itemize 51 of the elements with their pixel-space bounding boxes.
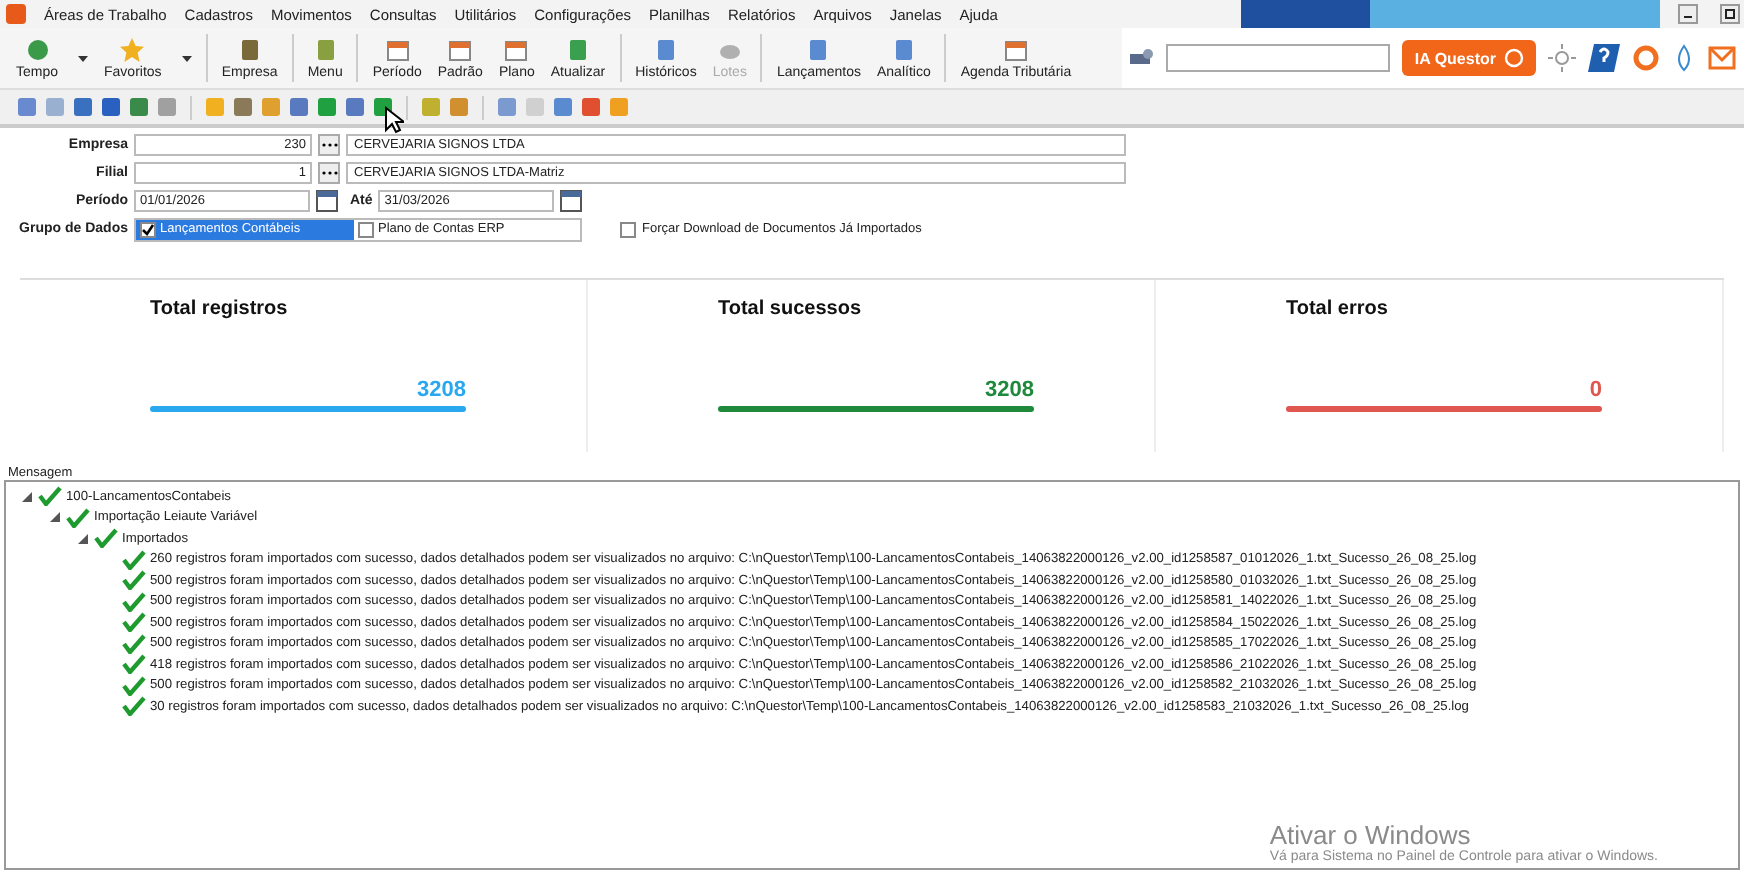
lookup-button[interactable] [318,162,340,184]
document-icon [806,37,831,61]
calendar-icon[interactable] [316,190,338,212]
checkbox[interactable] [358,221,374,237]
stat-title: Total sucessos [718,298,864,320]
calendar-icon [448,37,473,61]
calendar-icon [385,37,410,61]
check-icon [122,591,146,612]
checkbox[interactable] [140,221,156,237]
stat-title: Total erros [1286,298,1390,320]
mail-icon[interactable] [1708,46,1736,70]
dots-icon [321,170,337,176]
stat-value: 3208 [983,378,1034,402]
dots-icon [321,142,337,148]
check-icon [122,612,146,633]
document-icon [891,37,916,61]
stat-value: 0 [1587,378,1602,402]
check-icon [122,696,146,717]
lookup-button[interactable] [318,134,340,156]
drop-icon[interactable] [1672,44,1696,72]
star-icon [120,37,145,61]
check-icon [122,675,146,696]
stat-value: 3208 [415,378,466,402]
search-field[interactable] [1166,44,1391,72]
expand-arrow-icon[interactable] [78,533,90,544]
app-logo-icon [6,4,26,24]
expand-arrow-icon[interactable] [22,491,34,502]
document-icon [653,37,678,61]
key-icon [1130,48,1155,68]
check-icon [122,633,146,654]
check-icon [94,528,118,549]
stat-title: Total registros [150,298,290,320]
dropdown-arrow-icon[interactable] [181,55,192,61]
mouse-cursor-icon [384,106,404,134]
ring-icon[interactable] [1632,44,1660,72]
check-icon [122,654,146,675]
minimize-button[interactable] [1678,4,1698,24]
help-icon[interactable] [1588,42,1620,74]
expand-arrow-icon[interactable] [50,512,62,523]
checkbox[interactable] [620,221,636,237]
restore-button[interactable] [1720,4,1740,24]
check-icon [122,549,146,570]
sun-icon[interactable] [1548,44,1576,72]
check-icon [38,486,62,507]
check-icon [122,570,146,591]
dropdown-arrow-icon[interactable] [78,55,89,61]
calendar-icon [504,37,529,61]
activation-title: Ativar o Windows [1269,820,1471,850]
calendar-icon [1003,37,1028,61]
calendar-icon[interactable] [560,190,583,212]
check-icon [66,507,90,528]
